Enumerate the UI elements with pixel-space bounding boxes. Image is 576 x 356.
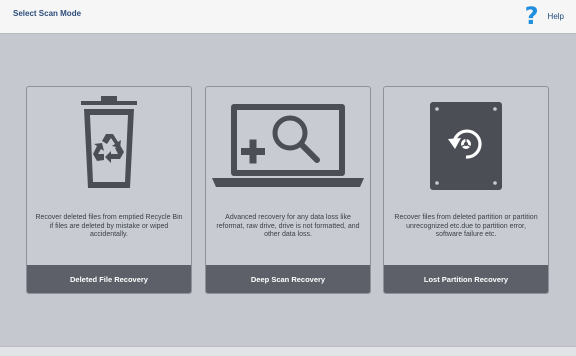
lost-partition-recovery-card[interactable]: Recover files from deleted partition or …	[383, 86, 549, 294]
question-mark-icon[interactable]: ?	[525, 4, 539, 28]
lost-partition-recovery-button[interactable]: Lost Partition Recovery	[384, 265, 548, 293]
recycle-bin-icon	[81, 96, 137, 188]
card-label[interactable]: Deleted File Recovery	[70, 275, 148, 284]
deleted-file-recovery-card[interactable]: Recover deleted files from emptied Recyc…	[26, 86, 192, 294]
deleted-file-recovery-button[interactable]: Deleted File Recovery	[27, 265, 191, 293]
footer-strip	[0, 346, 576, 356]
card-label[interactable]: Lost Partition Recovery	[424, 275, 508, 284]
card-description: Advanced recovery for any data loss like…	[216, 214, 360, 238]
laptop-search-icon	[212, 104, 364, 187]
card-label[interactable]: Deep Scan Recovery	[251, 275, 325, 284]
hard-drive-recovery-icon	[430, 102, 502, 190]
card-description: Recover deleted files from emptied Recyc…	[35, 214, 183, 238]
header-bar: Select Scan Mode ? Help	[0, 0, 576, 34]
page-title: Select Scan Mode	[13, 9, 82, 18]
deep-scan-recovery-card[interactable]: Advanced recovery for any data loss like…	[205, 86, 371, 294]
deep-scan-recovery-button[interactable]: Deep Scan Recovery	[206, 265, 370, 293]
card-description: Recover files from deleted partition or …	[394, 214, 538, 238]
help-button[interactable]: ? Help	[525, 1, 564, 31]
help-label[interactable]: Help	[548, 12, 564, 21]
